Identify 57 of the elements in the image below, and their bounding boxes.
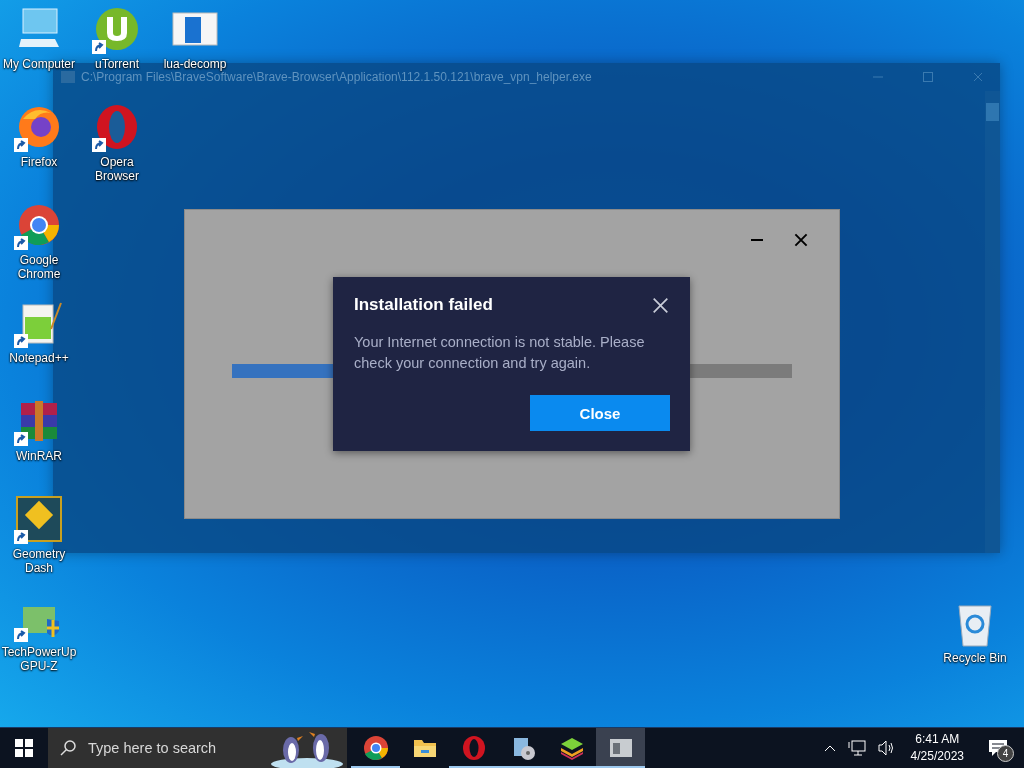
close-icon [794, 233, 808, 247]
shortcut-arrow-icon [14, 138, 28, 152]
o-logo-icon [460, 735, 487, 761]
desktop-icon-label[interactable]: Notepad++ [0, 351, 78, 365]
desktop-icon-label[interactable]: lua-decomp [156, 57, 234, 71]
windows-logo-icon [15, 739, 33, 757]
desktop-icon-tile[interactable]: Geometry Dash [0, 494, 78, 575]
dialog-message: Your Internet connection is not stable. Please check your connection and try again. [354, 333, 646, 373]
shortcut-arrow-icon [14, 236, 28, 250]
shortcut-arrow-icon [92, 138, 106, 152]
search-icon [60, 740, 76, 756]
shortcut-arrow-icon [14, 530, 28, 544]
taskbar-app-button[interactable] [596, 728, 645, 768]
close-icon [651, 296, 669, 314]
desktop-icon-tile[interactable]: uTorrent [78, 4, 156, 71]
window-title: C:\Program Files\BraveSoftware\Brave-Browser\Application\112.1.50.121\brave_vpn_helper.exe [81, 71, 593, 83]
u-logo-icon [93, 5, 141, 53]
chrome-icon [362, 735, 389, 761]
shortcut-arrow-icon [14, 334, 28, 348]
close-button[interactable]: Close [530, 395, 670, 431]
desktop-icon-label[interactable]: TechPowerUp GPU-Z [0, 645, 78, 673]
clock-time: 6:41 AM [915, 731, 960, 748]
clock[interactable]: 6:41 AM 4/25/2023 [904, 731, 970, 765]
notifications-button[interactable]: 4 [976, 728, 1020, 768]
desktop-icon-label[interactable]: Recycle Bin [936, 651, 1014, 665]
desktop-icon-label[interactable]: Geometry Dash [0, 547, 78, 575]
desktop-icon-tile[interactable]: Google Chrome [0, 200, 78, 281]
close-button[interactable] [650, 295, 670, 315]
desktop-icon-tile[interactable]: WinRAR [0, 396, 78, 463]
shortcut-arrow-icon [92, 40, 106, 54]
notification-count: 4 [997, 745, 1014, 762]
shortcut-arrow-icon [14, 628, 28, 642]
desktop-icon-label[interactable]: Opera Browser [78, 155, 156, 183]
desktop-icon-tile[interactable]: My Computer [0, 4, 78, 71]
clock-date: 4/25/2023 [910, 748, 964, 765]
desktop-icon-label[interactable]: My Computer [0, 57, 78, 71]
desktop-icon-label[interactable]: uTorrent [78, 57, 156, 71]
desktop-icon-tile[interactable]: lua-decomp [156, 4, 234, 71]
desktop-icon-label[interactable]: WinRAR [0, 449, 78, 463]
desktop-icon-tile[interactable]: Opera Browser [78, 102, 156, 183]
maximize-icon [923, 72, 933, 82]
cube-game-icon [15, 495, 63, 543]
scroll-bar[interactable] [985, 91, 1000, 553]
close-icon [973, 72, 983, 82]
desktop-icon-tile[interactable]: Notepad++ [0, 298, 78, 365]
speaker-icon [877, 740, 896, 756]
caret-icon [823, 744, 836, 752]
desktop-icon-tile[interactable]: TechPowerUp GPU-Z [0, 592, 78, 673]
dialog-title: Installation failed [354, 295, 493, 315]
desktop-icon-label[interactable]: Firefox [0, 155, 78, 169]
shortcut-arrow-icon [14, 432, 28, 446]
search-bar[interactable]: Type here to search [48, 728, 347, 768]
layered-stack-icon [558, 735, 585, 761]
desktop-icon-label[interactable]: Google Chrome [0, 253, 78, 281]
search-input[interactable]: Type here to search [86, 739, 240, 757]
network-icon [847, 740, 866, 756]
desktop-icon-tile[interactable]: Firefox [0, 102, 78, 169]
